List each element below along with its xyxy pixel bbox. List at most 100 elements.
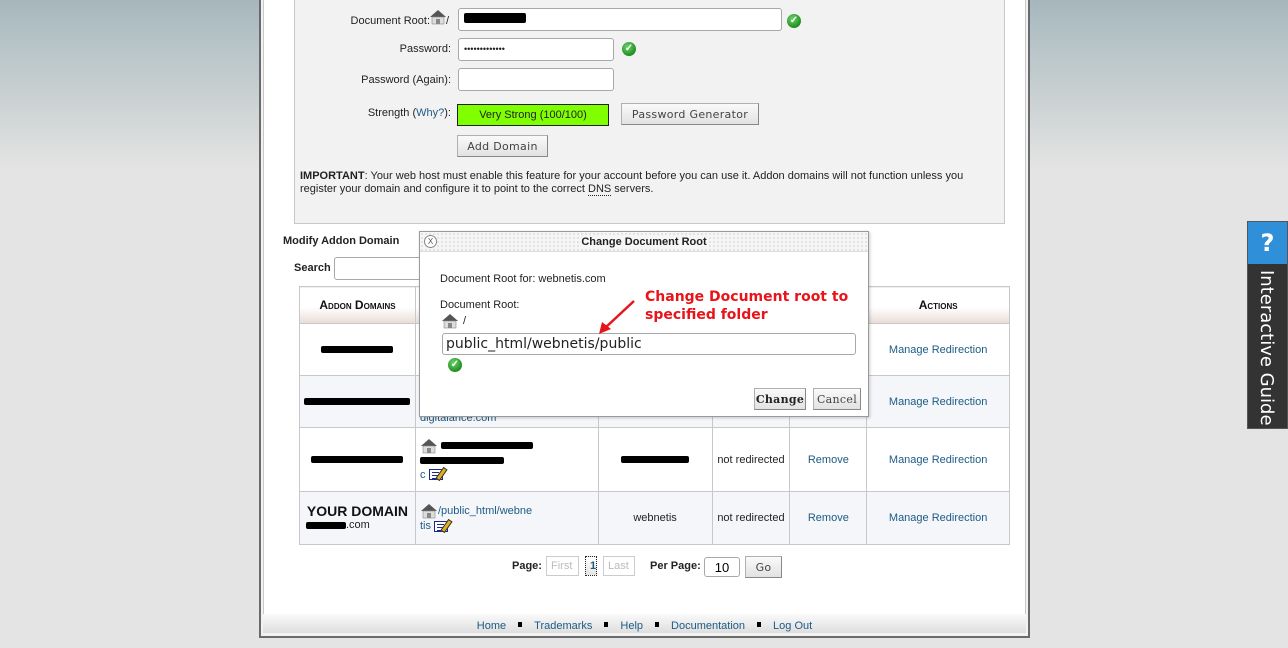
home-icon xyxy=(420,504,437,519)
redacted-domain xyxy=(321,346,394,354)
important-text-end: servers. xyxy=(611,183,654,195)
change-docroot-dialog: X Change Document Root Document Root for… xyxy=(419,231,869,417)
interactive-guide-tab[interactable]: ? Interactive Guide xyxy=(1247,221,1288,429)
modify-addon-title: Modify Addon Domain xyxy=(283,235,400,247)
redacted-path xyxy=(419,457,504,465)
why-link[interactable]: Why? xyxy=(416,107,444,119)
footer-nav: Home Trademarks Help Documentation Log Out xyxy=(263,614,1026,633)
docroot-link[interactable]: /public_html/webne xyxy=(438,505,532,517)
manage-redirection-link[interactable]: Manage Redirection xyxy=(889,396,987,408)
dialog-header[interactable]: X Change Document Root xyxy=(420,232,868,252)
modal-docroot-label: Document Root: xyxy=(440,299,520,311)
go-button[interactable]: Go xyxy=(745,556,782,578)
username-cell xyxy=(597,427,713,492)
valid-check-icon: ✓ xyxy=(787,14,801,28)
pager-last-button[interactable]: Last xyxy=(603,556,635,576)
domain-cell xyxy=(299,323,416,376)
footer-help-link[interactable]: Help xyxy=(620,620,643,632)
password-input[interactable]: ••••••••••••• xyxy=(458,38,614,61)
actions-cell: Manage Redirection xyxy=(866,375,1010,428)
domain-suffix: .com xyxy=(346,519,370,531)
redirect-cell: not redirected xyxy=(711,427,791,492)
pager-first-button[interactable]: First xyxy=(546,556,579,576)
search-label: Search xyxy=(294,262,331,274)
docroot-link-cont[interactable]: tis xyxy=(420,520,431,532)
footer-documentation-link[interactable]: Documentation xyxy=(671,620,745,632)
password-again-label: Password (Again): xyxy=(361,74,451,86)
docroot-for-label: Document Root for: webnetis.com xyxy=(440,273,606,285)
manage-redirection-link[interactable]: Manage Redirection xyxy=(889,512,987,524)
per-page-label: Per Page: xyxy=(650,560,701,572)
separator xyxy=(518,622,523,627)
annotation-arrow-icon xyxy=(599,300,635,334)
add-domain-button[interactable]: Add Domain xyxy=(457,135,548,157)
domain-cell xyxy=(299,427,416,492)
strength-label: Strength (Why?): xyxy=(330,107,451,119)
annotation-text: Change Document root to specified folder xyxy=(645,288,848,324)
redacted-username xyxy=(621,456,690,464)
docroot-link[interactable]: c xyxy=(420,469,426,481)
page-label: Page: xyxy=(512,560,542,572)
password-label: Password: xyxy=(399,43,451,55)
doc-root-input[interactable] xyxy=(458,8,782,31)
password-again-input[interactable] xyxy=(458,68,614,91)
home-icon xyxy=(420,438,437,453)
remove-cell: Remove xyxy=(789,491,868,545)
domain-cell: YOUR DOMAIN .com xyxy=(299,491,416,545)
cancel-button[interactable]: Cancel xyxy=(813,388,861,410)
redacted-domain xyxy=(306,521,346,529)
redacted-path xyxy=(441,442,534,449)
separator xyxy=(604,622,609,627)
important-bold: IMPORTANT xyxy=(300,170,365,182)
footer-home-link[interactable]: Home xyxy=(477,620,506,632)
domain-cell xyxy=(299,375,416,428)
help-question-icon: ? xyxy=(1248,222,1287,264)
annotation-line-2: specified folder xyxy=(645,307,768,323)
col-header-actions: Actions xyxy=(866,286,1010,324)
password-generator-button[interactable]: Password Generator xyxy=(621,103,759,125)
manage-redirection-link[interactable]: Manage Redirection xyxy=(889,344,987,356)
important-notice: IMPORTANT: Your web host must enable thi… xyxy=(300,170,990,196)
table-row: c not redirected Remove Manage Redirecti… xyxy=(299,427,1010,492)
change-button[interactable]: Change xyxy=(754,388,806,410)
password-valid-check-icon: ✓ xyxy=(622,42,636,56)
docroot-cell: /public_html/webne tis xyxy=(414,491,599,545)
annotation-line-1: Change Document root to xyxy=(645,289,849,305)
dns-abbr: DNS xyxy=(588,183,612,196)
interactive-guide-label: Interactive Guide xyxy=(1256,270,1277,426)
footer-logout-link[interactable]: Log Out xyxy=(773,620,812,632)
domain-name: .com xyxy=(304,518,411,532)
your-domain-label: YOUR DOMAIN xyxy=(306,503,409,519)
username-cell: webnetis xyxy=(597,491,713,545)
remove-cell: Remove xyxy=(789,427,868,492)
footer-trademarks-link[interactable]: Trademarks xyxy=(534,620,592,632)
dialog-title: Change Document Root xyxy=(420,236,868,248)
modal-docroot-prefix: / xyxy=(463,315,467,327)
doc-root-label: Document Root: xyxy=(350,15,430,27)
actions-cell: Manage Redirection xyxy=(866,491,1010,545)
per-page-input[interactable] xyxy=(704,557,740,577)
col-header-addon-domains[interactable]: Addon Domains xyxy=(299,286,416,324)
doc-root-prefix: / xyxy=(446,15,450,27)
table-row: YOUR DOMAIN .com /public_html/webne tis … xyxy=(299,491,1010,545)
edit-docroot-icon[interactable] xyxy=(428,469,443,481)
remove-link[interactable]: Remove xyxy=(808,454,849,466)
edit-docroot-icon[interactable] xyxy=(434,520,449,532)
docroot-cell: c xyxy=(414,427,599,492)
strength-label-text: Strength ( xyxy=(367,107,417,119)
manage-redirection-link[interactable]: Manage Redirection xyxy=(889,454,987,466)
docroot-path-input[interactable] xyxy=(442,333,856,355)
home-icon xyxy=(430,10,446,25)
redacted-domain xyxy=(311,456,404,464)
dialog-title-text: Change Document Root xyxy=(579,236,709,248)
actions-cell: Manage Redirection xyxy=(866,323,1010,376)
remove-link[interactable]: Remove xyxy=(808,512,849,524)
redacted-text xyxy=(464,13,526,24)
actions-cell: Manage Redirection xyxy=(866,427,1010,492)
separator xyxy=(757,622,762,627)
pager-current-page[interactable]: 1 xyxy=(585,556,597,576)
strength-meter: Very Strong (100/100) xyxy=(457,104,609,126)
path-valid-check-icon: ✓ xyxy=(448,358,462,372)
redacted-domain xyxy=(304,398,411,406)
separator xyxy=(655,622,660,627)
